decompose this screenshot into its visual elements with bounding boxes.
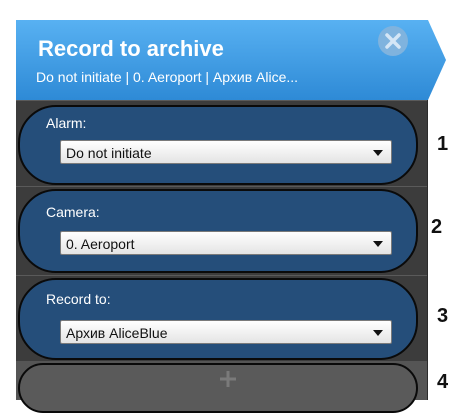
alarm-slot: Alarm: Do not initiate [16, 100, 427, 187]
close-button[interactable] [378, 26, 408, 56]
chevron-down-icon [373, 241, 383, 247]
camera-label: Camera: [46, 204, 100, 220]
chevron-down-icon [373, 330, 383, 336]
add-field-button[interactable] [18, 363, 418, 413]
alarm-field: Alarm: Do not initiate [18, 105, 418, 185]
alarm-label: Alarm: [46, 115, 87, 131]
camera-select-value: 0. Aeroport [66, 236, 135, 252]
callout-number-2: 2 [431, 216, 443, 238]
record-to-slot: Record to: Архив AliceBlue [16, 275, 427, 362]
add-slot [16, 361, 427, 413]
camera-slot: Camera: 0. Aeroport [16, 186, 427, 276]
record-to-field: Record to: Архив AliceBlue [18, 278, 418, 360]
alarm-select-value: Do not initiate [66, 145, 152, 161]
callout-number-4: 4 [437, 371, 449, 393]
record-to-label: Record to: [46, 291, 111, 307]
callout-number-1: 1 [437, 133, 449, 155]
close-icon [385, 33, 401, 49]
callout-number-3: 3 [437, 305, 449, 327]
camera-select[interactable]: 0. Aeroport [60, 231, 392, 255]
dialog-subtitle: Do not initiate | 0. Aeroport | Архив Al… [36, 69, 299, 85]
record-to-select-value: Архив AliceBlue [66, 325, 168, 341]
camera-field: Camera: 0. Aeroport [18, 189, 418, 273]
plus-icon [220, 371, 236, 387]
dialog-title: Record to archive [38, 36, 224, 61]
record-to-select[interactable]: Архив AliceBlue [60, 320, 392, 344]
alarm-select[interactable]: Do not initiate [60, 140, 392, 164]
chevron-down-icon [373, 150, 383, 156]
